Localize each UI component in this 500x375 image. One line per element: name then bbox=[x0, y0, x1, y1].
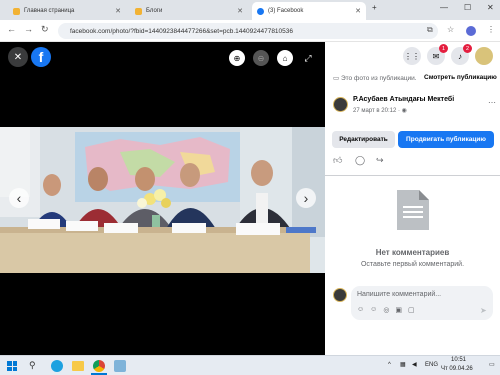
no-comments-icon bbox=[397, 190, 429, 230]
tab-label: (3) Facebook bbox=[268, 8, 304, 14]
reload-icon[interactable]: ↻ bbox=[41, 24, 49, 35]
promote-post-button[interactable]: Продвигать публикацию bbox=[398, 131, 494, 148]
post-side-panel: ⋮⋮ ✉ 1 ♪ 2 ▭ Это фото из публикации. Смо… bbox=[325, 42, 500, 357]
share-icon[interactable]: ↪ bbox=[376, 155, 384, 166]
no-comments-subtitle: Оставьте первый комментарий. bbox=[360, 261, 465, 268]
grid-menu-icon: ⋮⋮ bbox=[404, 51, 420, 61]
like-icon[interactable]: 👍︎ bbox=[333, 155, 342, 166]
avatar-sticker-icon[interactable]: ☺ bbox=[357, 306, 364, 314]
site-favicon-icon bbox=[135, 7, 142, 15]
photo-notice: ▭ Это фото из публикации. bbox=[333, 74, 417, 82]
classroom-photo-image bbox=[0, 127, 325, 273]
messenger-icon: ✉ bbox=[432, 51, 440, 61]
chevron-left-icon: ‹ bbox=[16, 190, 22, 206]
send-icon[interactable]: ➤ bbox=[480, 306, 487, 315]
close-icon: ✕ bbox=[13, 51, 23, 63]
post-time-text: 27 март в 20:12 · bbox=[353, 108, 400, 114]
facebook-favicon-icon bbox=[257, 7, 264, 15]
photo-viewer: ✕ f ⊕ ⊖ ⌂ ⤢ ‹ › bbox=[0, 42, 325, 357]
language-indicator[interactable]: ENG bbox=[425, 362, 438, 368]
tab-close-icon[interactable]: ✕ bbox=[115, 7, 121, 15]
minimize-button[interactable]: — bbox=[440, 3, 448, 12]
edge-icon[interactable] bbox=[51, 360, 63, 372]
menu-button[interactable]: ⋮⋮ bbox=[403, 47, 421, 65]
divider bbox=[325, 175, 500, 176]
emoji-icon[interactable]: ☺ bbox=[370, 306, 377, 314]
windows-taskbar: ⚲ ^ ▦ ◀ ENG 10:51 Чт 09.04.26 ▭ bbox=[0, 355, 500, 375]
comment-placeholder: Напишите комментарий... bbox=[357, 291, 442, 298]
camera-icon[interactable]: ◎ bbox=[383, 306, 389, 314]
tab-close-icon[interactable]: ✕ bbox=[237, 7, 243, 15]
close-viewer-button[interactable]: ✕ bbox=[8, 47, 28, 67]
facebook-logo[interactable]: f bbox=[31, 47, 51, 67]
maximize-button[interactable]: ☐ bbox=[464, 3, 471, 12]
account-avatar[interactable] bbox=[475, 47, 493, 65]
notifications-center-icon[interactable]: ▭ bbox=[489, 361, 495, 368]
post-options-icon[interactable]: ⋯ bbox=[488, 98, 496, 107]
browser-tab-strip: Главная страница ✕ Блоги ✕ (3) Facebook … bbox=[0, 0, 500, 20]
comment-icon[interactable]: ◯ bbox=[355, 155, 365, 166]
edit-button[interactable]: Редактировать bbox=[332, 131, 395, 148]
post-photo[interactable] bbox=[0, 127, 325, 273]
facebook-f-icon: f bbox=[38, 49, 44, 65]
fullscreen-icon: ⤢ bbox=[304, 52, 312, 63]
post-time: 27 март в 20:12 · ◉ bbox=[353, 107, 407, 114]
tag-icon: ⌂ bbox=[282, 53, 288, 63]
tab-facebook[interactable]: (3) Facebook ✕ bbox=[252, 2, 366, 20]
page-avatar[interactable] bbox=[333, 97, 348, 112]
clock-date[interactable]: Чт 09.04.26 bbox=[441, 366, 473, 372]
start-button[interactable] bbox=[7, 361, 17, 371]
info-icon: ▭ bbox=[333, 75, 340, 82]
close-window-button[interactable]: ✕ bbox=[487, 3, 494, 12]
chevron-right-icon: › bbox=[303, 190, 309, 206]
messenger-button[interactable]: ✉ 1 bbox=[427, 44, 448, 65]
file-explorer-icon[interactable] bbox=[72, 361, 84, 371]
chrome-icon[interactable] bbox=[93, 360, 105, 372]
clock-time[interactable]: 10:51 bbox=[451, 357, 466, 363]
no-comments-title: Нет комментариев bbox=[375, 248, 450, 257]
zoom-out-button[interactable]: ⊖ bbox=[253, 50, 269, 66]
bookmark-star-icon[interactable]: ☆ bbox=[447, 25, 454, 34]
network-icon[interactable]: ▦ bbox=[400, 361, 406, 368]
previous-photo-button[interactable]: ‹ bbox=[9, 188, 29, 208]
tab-label: Главная страница bbox=[24, 8, 75, 14]
view-post-link[interactable]: Смотреть публикацию bbox=[424, 74, 497, 81]
profile-avatar-icon[interactable] bbox=[466, 26, 476, 36]
search-icon[interactable]: ⚲ bbox=[29, 360, 36, 371]
globe-icon: ◉ bbox=[401, 108, 407, 114]
next-photo-button[interactable]: › bbox=[296, 188, 316, 208]
tab-label: Блоги bbox=[146, 8, 163, 14]
forward-arrow-icon[interactable]: → bbox=[24, 24, 33, 34]
comment-tools: ☺ ☺ ◎ ▣ ▢ bbox=[357, 306, 415, 314]
photo-notice-text: Это фото из публикации. bbox=[340, 75, 417, 82]
address-bar[interactable]: facebook.com/photo/?fbid=144092384447726… bbox=[58, 23, 438, 39]
browser-toolbar: ← → ↻ facebook.com/photo/?fbid=144092384… bbox=[0, 20, 500, 42]
page-name[interactable]: Р.Асубаев Атындағы Мектебі bbox=[353, 96, 454, 103]
bell-icon: ♪ bbox=[458, 51, 462, 61]
fullscreen-button[interactable]: ⤢ bbox=[300, 50, 316, 66]
gif-icon[interactable]: ▣ bbox=[395, 306, 402, 314]
tag-photo-button[interactable]: ⌂ bbox=[277, 50, 293, 66]
install-icon[interactable]: ⧉ bbox=[427, 25, 433, 35]
messenger-badge: 1 bbox=[439, 44, 448, 53]
notification-badge: 2 bbox=[463, 44, 472, 53]
tray-expand-icon[interactable]: ^ bbox=[388, 362, 391, 368]
volume-icon[interactable]: ◀ bbox=[412, 361, 417, 368]
comment-input[interactable]: Напишите комментарий... ☺ ☺ ◎ ▣ ▢ ➤ bbox=[351, 286, 493, 320]
url-text: facebook.com/photo/?fbid=144092384447726… bbox=[70, 27, 294, 35]
commenter-avatar bbox=[333, 288, 347, 302]
app-icon[interactable] bbox=[114, 360, 126, 372]
sticker-icon[interactable]: ▢ bbox=[408, 306, 415, 314]
tab-home[interactable]: Главная страница ✕ bbox=[8, 2, 126, 20]
site-favicon-icon bbox=[13, 7, 20, 15]
new-tab-button[interactable]: + bbox=[372, 3, 377, 12]
zoom-out-icon: ⊖ bbox=[257, 53, 265, 63]
zoom-in-icon: ⊕ bbox=[233, 53, 241, 63]
back-arrow-icon[interactable]: ← bbox=[7, 24, 16, 34]
zoom-in-button[interactable]: ⊕ bbox=[229, 50, 245, 66]
tab-blogs[interactable]: Блоги ✕ bbox=[130, 2, 248, 20]
tab-close-icon[interactable]: ✕ bbox=[355, 7, 361, 15]
browser-menu-icon[interactable]: ⋮ bbox=[487, 25, 495, 34]
notifications-button[interactable]: ♪ 2 bbox=[451, 44, 472, 65]
